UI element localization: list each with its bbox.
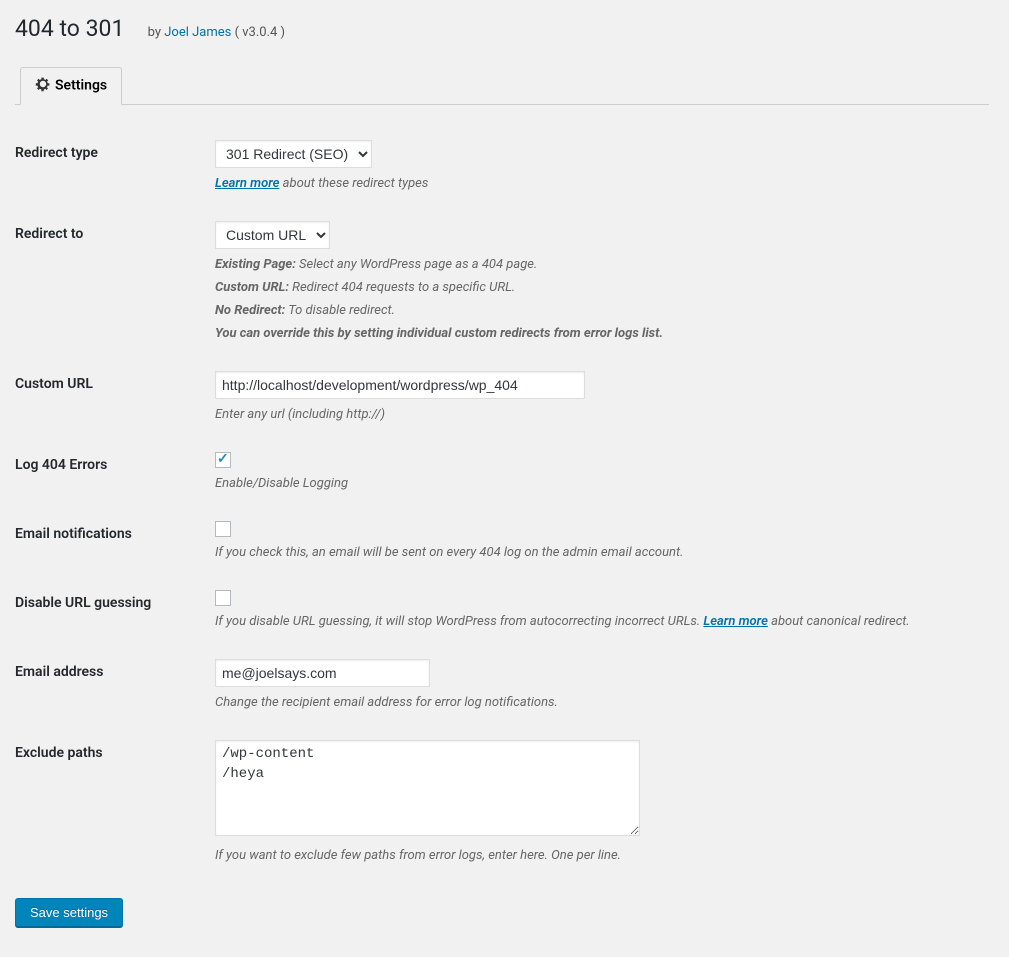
- input-email-address[interactable]: [215, 659, 430, 687]
- learn-more-redirect-types[interactable]: Learn more: [215, 176, 279, 191]
- label-redirect-to: Redirect to: [15, 206, 215, 356]
- select-redirect-type[interactable]: 301 Redirect (SEO): [215, 140, 372, 168]
- label-log-404: Log 404 Errors: [15, 437, 215, 506]
- tabs-container: Settings: [15, 67, 989, 105]
- label-custom-url: Custom URL: [15, 356, 215, 437]
- tab-settings[interactable]: Settings: [20, 67, 122, 105]
- save-button[interactable]: Save settings: [15, 898, 123, 927]
- textarea-exclude-paths[interactable]: [215, 740, 640, 836]
- tab-label: Settings: [55, 78, 107, 94]
- select-redirect-to[interactable]: Custom URL: [215, 221, 330, 249]
- gear-icon: [35, 76, 51, 96]
- label-exclude-paths: Exclude paths: [15, 725, 215, 878]
- page-title: 404 to 301: [15, 15, 124, 42]
- input-custom-url[interactable]: [215, 371, 585, 399]
- learn-more-canonical[interactable]: Learn more: [703, 614, 767, 629]
- label-email-address: Email address: [15, 644, 215, 725]
- settings-form: Redirect type 301 Redirect (SEO) Learn m…: [15, 125, 989, 878]
- label-redirect-type: Redirect type: [15, 125, 215, 206]
- byline: by Joel James ( v3.0.4 ): [148, 25, 285, 40]
- label-email-notifications: Email notifications: [15, 506, 215, 575]
- label-disable-url-guessing: Disable URL guessing: [15, 575, 215, 644]
- checkbox-log-404[interactable]: [215, 452, 231, 468]
- checkbox-email-notifications[interactable]: [215, 521, 231, 537]
- author-link[interactable]: Joel James: [164, 25, 231, 40]
- checkbox-disable-url-guessing[interactable]: [215, 590, 231, 606]
